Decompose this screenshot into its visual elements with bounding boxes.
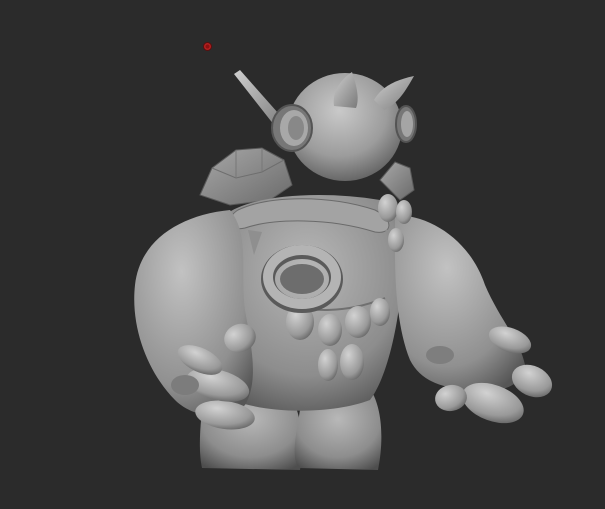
left-arm-part <box>134 210 256 430</box>
sculpted-creature-model[interactable] <box>0 0 605 509</box>
right-arm-part <box>395 215 553 424</box>
3d-viewport-canvas[interactable] <box>0 0 605 509</box>
transpose-pivot-point-icon <box>203 42 212 51</box>
